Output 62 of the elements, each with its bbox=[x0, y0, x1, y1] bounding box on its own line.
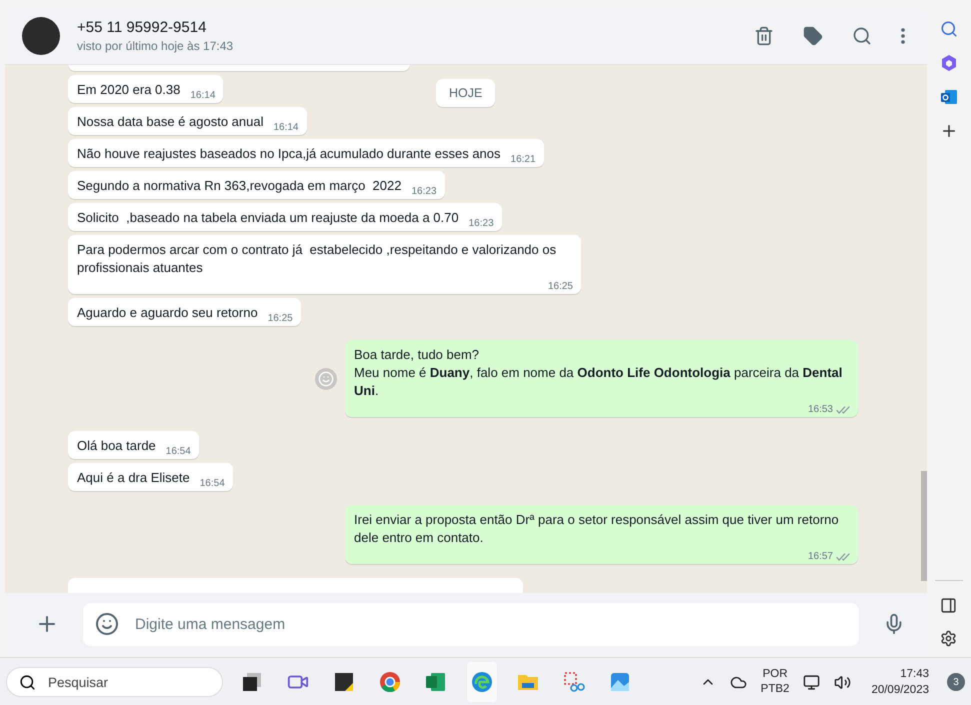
date-marker: HOJE bbox=[436, 79, 496, 107]
last-seen-status: visto por último hoje às 17:43 bbox=[77, 39, 234, 53]
message-input[interactable]: Digite uma mensagem bbox=[133, 614, 847, 634]
message-time: 16:14 bbox=[273, 121, 298, 134]
message-time: 16:57 bbox=[808, 550, 833, 563]
message-text: Não houve reajustes baseados no Ipca,já acumulado durante esses anos bbox=[77, 145, 501, 163]
message-time: 16:14 bbox=[190, 89, 216, 102]
swirl-icon bbox=[470, 670, 494, 694]
network-button[interactable] bbox=[803, 674, 820, 690]
search-icon bbox=[19, 674, 36, 690]
message-time: 16:54 bbox=[166, 445, 191, 458]
search-icon bbox=[852, 26, 872, 46]
message-text: Boa tarde, tudo bem? Meu nome é Duany, falo em nome da Odonto Life Odontologia parceira da Dental Uni. bbox=[354, 346, 844, 400]
message-text: Aqui é a dra Elisete bbox=[77, 469, 190, 487]
hexagon-button[interactable] bbox=[940, 54, 958, 72]
note-icon bbox=[332, 670, 356, 694]
taskbar-search-field[interactable]: Pesquisar bbox=[6, 667, 223, 697]
message-time: 16:23 bbox=[468, 217, 494, 230]
smiley-icon bbox=[318, 370, 334, 386]
message-text: Solicito ,baseado na tabela enviada um reajuste da moeda a 0.70 bbox=[77, 209, 459, 227]
search-icon bbox=[940, 20, 958, 38]
volume-button[interactable] bbox=[834, 674, 852, 690]
clock-button[interactable]: 17:43 20/09/2023 bbox=[871, 666, 929, 698]
scrollbar-thumb[interactable] bbox=[921, 471, 927, 581]
trash-icon bbox=[754, 26, 774, 46]
contact-name: +55 11 95992-9514 bbox=[77, 19, 208, 36]
spreadsheet-icon bbox=[424, 670, 448, 694]
monitor-icon bbox=[803, 674, 820, 690]
message-text: Nossa data base é agosto anual bbox=[77, 113, 264, 131]
browser-icon bbox=[378, 670, 402, 694]
settings-icon bbox=[940, 630, 957, 647]
language-button[interactable]: POR PTB2 bbox=[760, 667, 790, 697]
sidebar-toggle-button[interactable] bbox=[940, 597, 957, 614]
message-time: 16:23 bbox=[411, 185, 437, 198]
settings-button[interactable] bbox=[940, 630, 957, 647]
mail-icon bbox=[940, 88, 958, 106]
notification-count[interactable]: 3 bbox=[947, 673, 965, 691]
message-text: Olá boa tarde bbox=[77, 437, 156, 455]
message-text: Em 2020 era 0.38 bbox=[77, 81, 180, 99]
search-input[interactable]: Pesquisar bbox=[46, 674, 190, 690]
message-text: Aguardo e aguardo seu retorno bbox=[77, 304, 258, 322]
message-text: Segundo a normativa Rn 363,revogada em março 2022 bbox=[77, 177, 402, 195]
more-icon bbox=[901, 28, 905, 44]
mail-button[interactable] bbox=[940, 88, 958, 106]
tag-icon bbox=[803, 26, 823, 46]
scissors-icon bbox=[562, 670, 586, 694]
message-time: 16:25 bbox=[548, 280, 573, 293]
message-time: 16:25 bbox=[268, 312, 293, 325]
hexagon-icon bbox=[940, 54, 958, 72]
message-text: Irei enviar a proposta então Drª para o setor responsável assim que tiver um retorno dele entro em contato. bbox=[354, 511, 840, 547]
windows-stack-icon bbox=[240, 670, 264, 694]
message-field[interactable]: Digite uma mensagem bbox=[83, 602, 859, 646]
emoji-icon bbox=[95, 612, 119, 636]
panel-icon bbox=[940, 597, 957, 614]
photo-icon bbox=[608, 670, 632, 694]
message-text: Para podermos arcar com o contrato já estabelecido ,respeitando e valorizando os profissionais atuantes bbox=[77, 241, 558, 277]
search-button[interactable] bbox=[940, 20, 958, 38]
speaker-icon bbox=[834, 674, 852, 690]
avatar[interactable] bbox=[22, 17, 60, 55]
message-time: 16:54 bbox=[200, 477, 225, 490]
message-time: 16:53 bbox=[808, 403, 833, 416]
message-time: 16:21 bbox=[510, 153, 536, 166]
